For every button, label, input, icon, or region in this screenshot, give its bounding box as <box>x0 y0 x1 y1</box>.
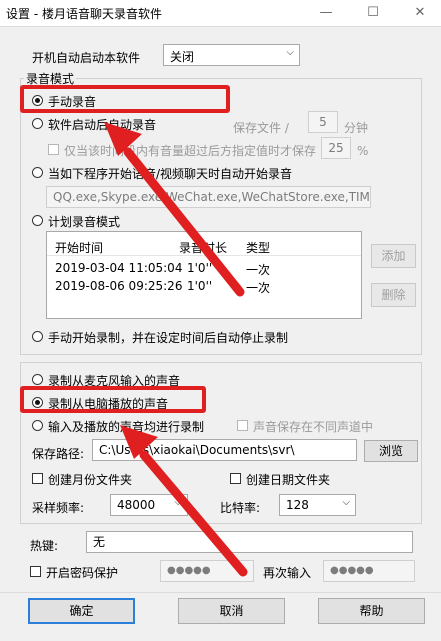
arrow-line <box>123 147 245 297</box>
arrow-head <box>120 425 158 459</box>
arrow-line <box>139 450 248 577</box>
arrow-head <box>104 122 142 156</box>
annotation-arrows <box>104 122 248 577</box>
